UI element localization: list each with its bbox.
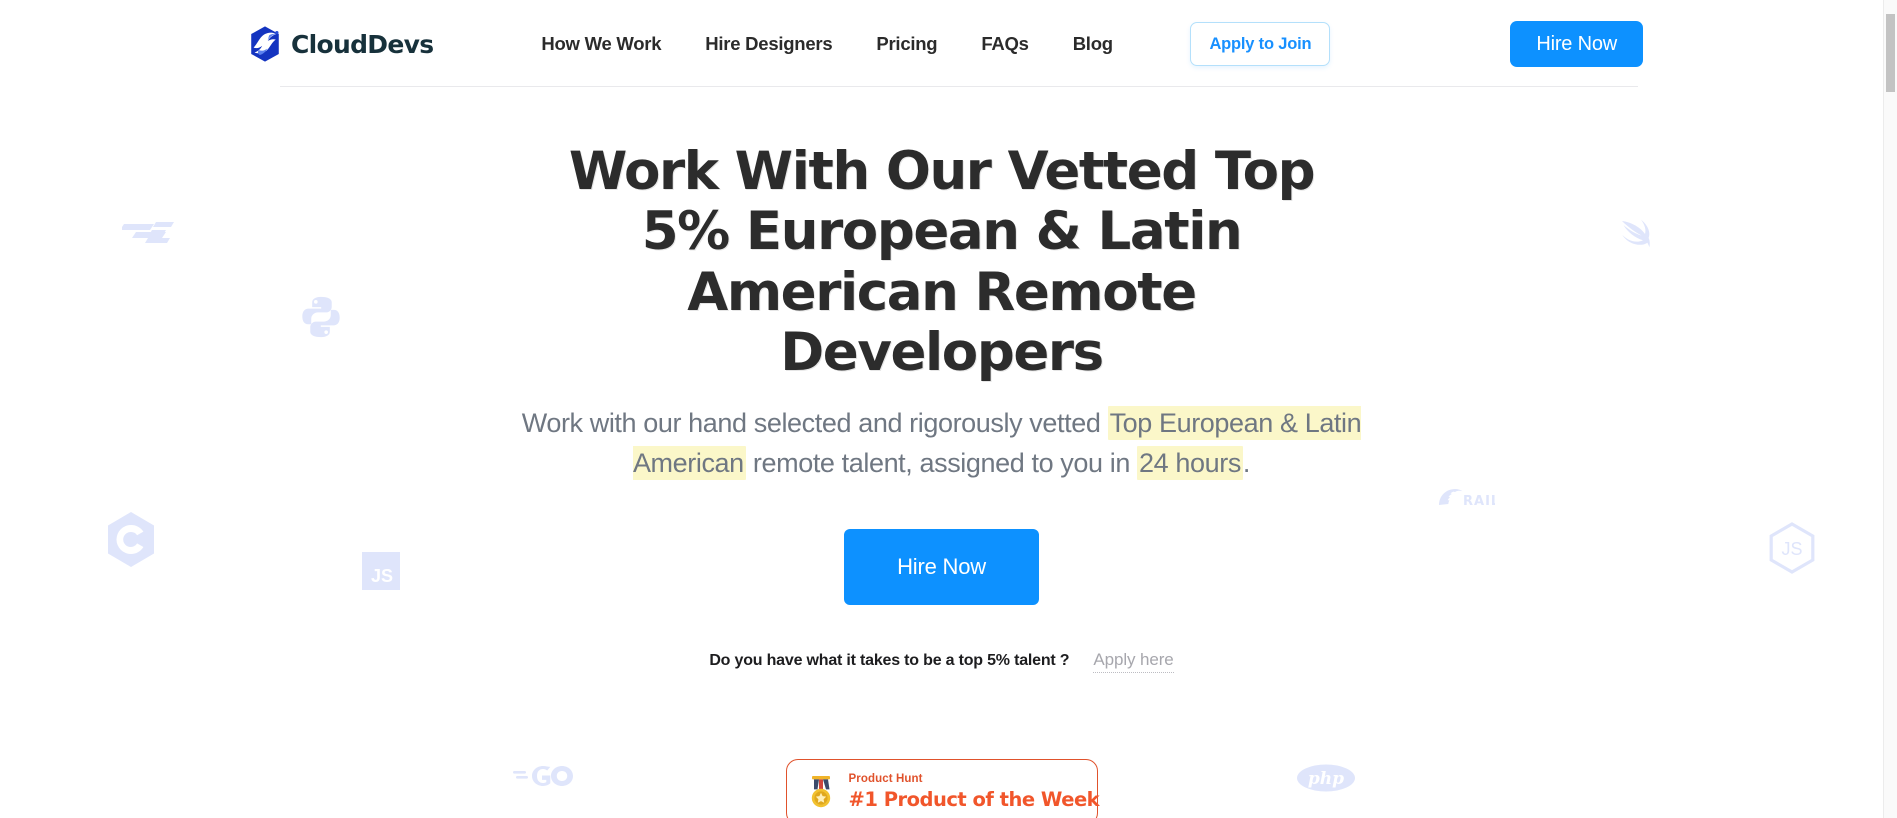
apply-question-text: Do you have what it takes to be a top 5%… — [709, 651, 1070, 669]
product-hunt-label: Product Hunt — [848, 772, 923, 785]
apply-to-join-button[interactable]: Apply to Join — [1190, 22, 1331, 66]
header-hire-now-button[interactable]: Hire Now — [1510, 21, 1643, 67]
nav-item-blog[interactable]: Blog — [1073, 33, 1113, 55]
hero-subtitle-highlight2: 24 hours — [1137, 445, 1243, 480]
apply-prompt-row: Do you have what it takes to be a top 5%… — [0, 650, 1883, 673]
header-divider — [280, 86, 1638, 87]
main-navigation: How We Work Hire Designers Pricing FAQs … — [541, 33, 1113, 55]
brand-logo-link[interactable]: CloudDevs — [246, 25, 434, 63]
header-actions: Apply to Join Hire Now — [1190, 21, 1643, 67]
scrollbar-thumb[interactable] — [1886, 14, 1895, 92]
page-scrollbar[interactable] — [1883, 0, 1897, 818]
hero-subtitle-part3: . — [1242, 447, 1251, 478]
medal-icon — [807, 775, 835, 809]
product-hunt-badge[interactable]: Product Hunt #1 Product of the Week — [785, 758, 1100, 818]
nav-item-hire-designers[interactable]: Hire Designers — [705, 33, 832, 55]
clouddevs-logo-icon — [246, 25, 284, 63]
site-header: CloudDevs How We Work Hire Designers Pri… — [0, 0, 1883, 88]
hero-hire-now-button[interactable]: Hire Now — [844, 528, 1039, 605]
hero-subtitle: Work with our hand selected and rigorous… — [492, 404, 1392, 484]
apply-here-link[interactable]: Apply here — [1093, 650, 1174, 673]
hero-section: Work With Our Vetted Top 5% European & L… — [0, 88, 1883, 818]
nav-item-faqs[interactable]: FAQs — [981, 33, 1029, 55]
hero-title: Work With Our Vetted Top 5% European & L… — [568, 141, 1316, 384]
product-hunt-badge-text: Product Hunt #1 Product of the Week — [849, 773, 1100, 810]
product-hunt-title: #1 Product of the Week — [848, 787, 1100, 811]
nav-item-how-we-work[interactable]: How We Work — [541, 33, 661, 55]
hero-subtitle-part1: Work with our hand selected and rigorous… — [521, 407, 1108, 438]
landing-page: JS RAILS — [0, 0, 1883, 818]
nav-item-pricing[interactable]: Pricing — [876, 33, 937, 55]
brand-name: CloudDevs — [291, 29, 434, 59]
hero-subtitle-part2: remote talent, assigned to you in — [745, 447, 1138, 478]
